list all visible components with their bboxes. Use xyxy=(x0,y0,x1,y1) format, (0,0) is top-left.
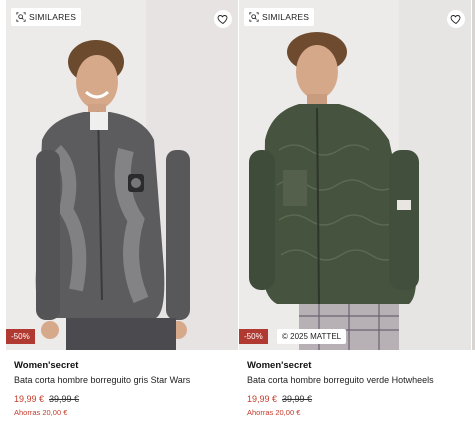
similar-button[interactable]: SIMILARES xyxy=(244,8,315,26)
product-photo xyxy=(6,0,238,350)
product-name[interactable]: Bata corta hombre borreguito gris Star W… xyxy=(14,375,238,385)
visual-search-icon xyxy=(16,12,26,22)
product-brand: Women'secret xyxy=(247,360,312,371)
product-image[interactable]: SIMILARES -50% © 2025 MATTEL xyxy=(239,0,471,350)
heart-icon xyxy=(217,15,228,25)
current-price: 19,99 € xyxy=(14,394,45,404)
discount-badge: -50% xyxy=(239,329,268,344)
savings-text: Ahorras 20,00 € xyxy=(14,408,68,417)
product-card[interactable]: SIMILARES -50% Women'secret Bata corta h… xyxy=(6,0,238,436)
product-image[interactable]: SIMILARES -50% xyxy=(6,0,238,350)
product-brand: Women'secret xyxy=(14,360,79,371)
original-price: 39,99 € xyxy=(49,394,80,404)
wishlist-button[interactable] xyxy=(214,10,232,28)
discount-badge: -50% xyxy=(6,329,35,344)
wishlist-button[interactable] xyxy=(447,10,465,28)
original-price: 39,99 € xyxy=(282,394,313,404)
product-card[interactable]: SIMILARES -50% © 2025 MATTEL Women'secre… xyxy=(239,0,471,436)
product-photo xyxy=(239,0,471,350)
price-row: 19,99 € 39,99 € xyxy=(247,394,471,404)
price-row: 19,99 € 39,99 € xyxy=(14,394,238,404)
savings-text: Ahorras 20,00 € xyxy=(247,408,301,417)
similar-button[interactable]: SIMILARES xyxy=(11,8,82,26)
product-info: Women'secret Bata corta hombre borreguit… xyxy=(239,350,471,417)
similar-label: SIMILARES xyxy=(29,12,77,22)
product-info: Women'secret Bata corta hombre borreguit… xyxy=(6,350,238,417)
product-name[interactable]: Bata corta hombre borreguito verde Hotwh… xyxy=(247,375,471,385)
heart-icon xyxy=(450,15,461,25)
copyright-label: © 2025 MATTEL xyxy=(277,329,347,344)
product-grid: SIMILARES -50% Women'secret Bata corta h… xyxy=(0,0,475,436)
visual-search-icon xyxy=(249,12,259,22)
similar-label: SIMILARES xyxy=(262,12,310,22)
current-price: 19,99 € xyxy=(247,394,278,404)
